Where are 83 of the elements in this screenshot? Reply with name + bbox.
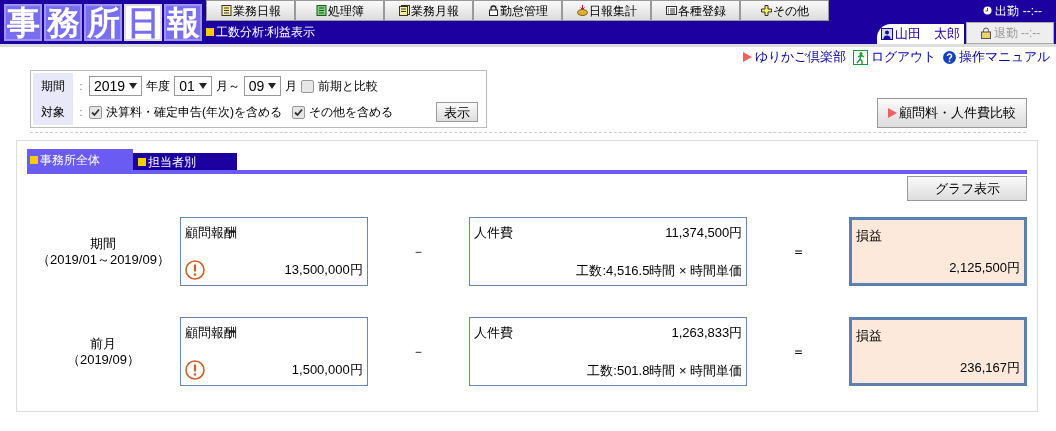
menu-tab[interactable]: 処理簿 [295,0,384,21]
help-icon [943,50,956,64]
caret-icon [268,83,277,89]
compare-button[interactable]: 顧問料・人件費比較 [877,98,1027,128]
menu-tab[interactable]: その他 [740,0,829,21]
cost-label: 人件費 [473,324,513,342]
plus-icon [760,5,772,16]
checkbox-label: その他を含める [309,104,393,121]
user-tab[interactable]: 山田 太郎 [877,24,964,44]
checkbox[interactable] [89,105,102,119]
month-select[interactable]: 01 [174,76,212,96]
fee-label: 顧問報酬 [184,224,237,242]
header-link[interactable]: ゆりかご倶楽部 [743,47,846,67]
profit-amount: 236,167円 [960,358,1020,377]
bullet-icon [206,28,214,36]
colon: ： [75,104,85,121]
period-range: （2019/09） [66,351,140,368]
equals-sign: ＝ [791,242,805,261]
logo-character: 事 [4,4,42,41]
graph-button[interactable]: グラフ表示 [907,176,1027,201]
range-unit: 月～ [215,78,240,95]
logo-character: 所 [84,4,122,41]
view-tab[interactable]: 担当者別 [133,153,237,170]
warning-icon [184,360,205,380]
month-unit: 月 [285,78,298,95]
period-range: （2019/01～2019/09） [36,251,170,268]
target-label: 対象 [41,104,65,121]
warning-icon [184,260,205,280]
triangle-icon [888,108,897,118]
year-select[interactable]: 2019 [89,76,143,96]
logo-character: 日 [124,4,162,41]
book-icon [315,5,327,16]
show-button[interactable]: 表示 [436,102,478,122]
menu-tab[interactable]: 勤怠管理 [473,0,562,21]
cost-amount: 1,263,833円 [671,324,743,342]
year-unit: 年度 [146,78,171,95]
caret-icon [129,83,138,89]
lock-icon [979,27,992,39]
logo-character: 務 [44,4,82,41]
triangle-icon [743,52,752,62]
person-icon [881,28,893,40]
checkbox[interactable] [292,105,305,119]
list-icon [665,5,677,16]
month-select[interactable]: 09 [243,76,282,96]
menu-tab[interactable]: 日報集計 [562,0,651,21]
view-tab[interactable]: 事務所全体 [27,149,133,170]
minus-sign: － [411,242,425,261]
checkbox-label: 前期と比較 [318,78,379,95]
cost-formula: 工数:501.8時間 × 時間単価 [587,361,743,380]
cost-formula: 工数:4,516.5時間 × 時間単価 [576,261,743,280]
menu-tab[interactable]: 業務日報 [206,0,295,21]
exit-icon [853,49,868,65]
profit-label: 損益 [856,327,883,345]
fee-amount: 1,500,000円 [291,361,363,380]
checkbox-label: 決算料・確定申告(年次)を含める [106,104,282,121]
fee-amount: 13,500,000円 [284,261,363,280]
period-title: 期間 [90,235,117,252]
profit-label: 損益 [856,227,883,245]
cost-amount: 11,374,500円 [665,224,743,242]
profit-amount: 2,125,500円 [949,258,1020,277]
fee-label: 顧問報酬 [184,324,237,342]
pot-icon [576,5,588,16]
caret-icon [198,83,207,89]
clock-icon [983,6,993,15]
page-title: 工数分析:利益表示 [216,24,316,41]
period-title: 前月 [90,335,117,352]
bullet-icon [138,157,146,166]
equals-sign: ＝ [791,342,805,361]
menu-tab[interactable]: 各種登録 [651,0,740,21]
menu-tab[interactable]: 業務月報 [384,0,473,21]
checkbox[interactable] [301,79,315,93]
bullet-icon [30,155,38,164]
document-icon [220,5,232,16]
lock-icon [487,5,499,16]
header-link[interactable]: 操作マニュアル [943,47,1050,67]
cost-label: 人件費 [473,224,513,242]
documents-icon [398,5,410,16]
minus-sign: － [411,342,425,361]
header-link[interactable]: ログアウト [853,47,936,67]
period-label: 期間 [41,78,65,95]
colon: ： [75,78,85,95]
clock-in-label: 出勤 --:-- [995,2,1042,20]
logo-character: 報 [164,4,202,41]
